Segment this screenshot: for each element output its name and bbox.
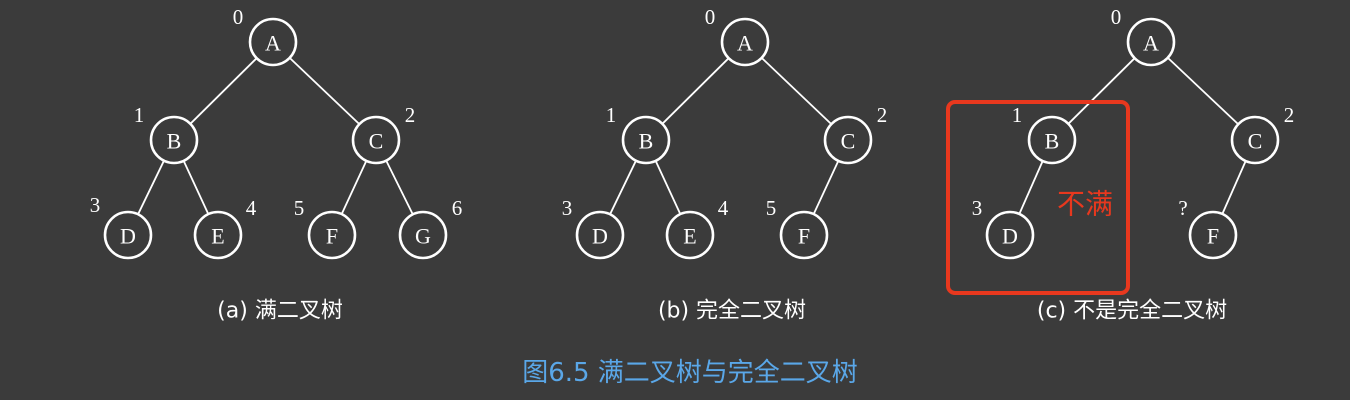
binary-tree-diagram: A0B1C2D3E4F5G6 A0B1C2D3E4F5 A0B1C2D3F? 不…: [90, 5, 1295, 388]
node-label: A: [265, 31, 281, 56]
tree-node-B: B1: [606, 103, 671, 165]
node-label: D: [120, 224, 136, 249]
tree-node-D: D3: [90, 193, 153, 260]
edge-C-F: [812, 160, 840, 215]
caption-tree-c: (c) 不是完全二叉树: [1037, 299, 1227, 324]
node-label: F: [1207, 224, 1219, 249]
tree-full-binary: A0 B1 C2 D3 E4 F5 G6: [90, 5, 463, 260]
caption-tree-b: (b) 完全二叉树: [658, 299, 806, 324]
node-index: 1: [1012, 103, 1023, 127]
node-index: 2: [405, 103, 416, 127]
caption-tree-a: (a) 满二叉树: [217, 299, 343, 324]
edge-A-B: [189, 57, 258, 125]
figure-6-5: A0B1C2D3E4F5G6 A0B1C2D3E4F5 A 0 B 1 C 2 D 3 F? 不…: [0, 0, 1350, 400]
node-label: G: [415, 224, 431, 249]
node-index: 4: [246, 196, 257, 220]
tree-node-B: B1: [134, 103, 199, 165]
node-label: C: [841, 129, 856, 154]
node-label: A: [737, 31, 753, 56]
node-index: 3: [90, 193, 101, 217]
node-index: 2: [877, 103, 888, 127]
node-label: D: [1002, 224, 1018, 249]
tree-not-complete-binary: A0 B1 C2 D3 F?: [972, 5, 1295, 260]
node-index: ?: [1178, 196, 1187, 220]
node-label: A: [1143, 31, 1159, 56]
node-index: 0: [705, 5, 716, 29]
tree-node-A: A0: [233, 5, 298, 67]
tree-node-B: B1: [1012, 103, 1077, 165]
node-label: B: [639, 129, 654, 154]
tree-node-A: A0: [705, 5, 770, 67]
node-label: F: [798, 224, 810, 249]
highlight-label: 不满: [1057, 188, 1113, 221]
edge-A-C: [761, 57, 832, 125]
edge-A-B: [661, 57, 730, 125]
edge-C-G: [385, 160, 414, 215]
edge-B-E: [182, 160, 210, 215]
node-index: 6: [452, 196, 463, 220]
node-index: 5: [766, 196, 777, 220]
edge-A-C: [1167, 57, 1239, 125]
edge-C-F: [1221, 160, 1247, 215]
tree-node-A: A0: [1111, 5, 1176, 67]
node-index: 3: [562, 196, 573, 220]
node-label: D: [592, 224, 608, 249]
figure-caption: 图6.5 满二叉树与完全二叉树: [522, 358, 858, 388]
node-label: C: [369, 129, 384, 154]
edge-B-D: [1018, 160, 1044, 215]
tree-node-G: G6: [398, 196, 463, 260]
edge-B-E: [654, 160, 682, 215]
node-index: 3: [972, 196, 983, 220]
tree-complete-binary: A0 B1 C2 D3 E4 F5: [562, 5, 888, 260]
tree-node-C: C2: [351, 103, 416, 165]
node-index: 5: [294, 196, 305, 220]
tree-node-C: C2: [823, 103, 888, 165]
edge-B-D: [609, 160, 637, 215]
node-index: 0: [1111, 5, 1122, 29]
edge-A-C: [289, 57, 360, 125]
node-index: 1: [606, 103, 617, 127]
node-index: 0: [233, 5, 244, 29]
edge-B-D: [137, 160, 165, 215]
node-label: E: [683, 224, 696, 249]
node-label: B: [1045, 129, 1060, 154]
node-index: 2: [1284, 103, 1295, 127]
tree-node-F: F?: [1178, 196, 1238, 260]
node-label: B: [167, 129, 182, 154]
node-label: F: [326, 224, 338, 249]
node-index: 1: [134, 103, 145, 127]
tree-node-C: C2: [1230, 103, 1295, 165]
node-label: E: [211, 224, 224, 249]
node-label: C: [1248, 129, 1263, 154]
node-index: 4: [718, 196, 729, 220]
edge-A-B: [1067, 57, 1136, 125]
edge-C-F: [340, 160, 368, 215]
